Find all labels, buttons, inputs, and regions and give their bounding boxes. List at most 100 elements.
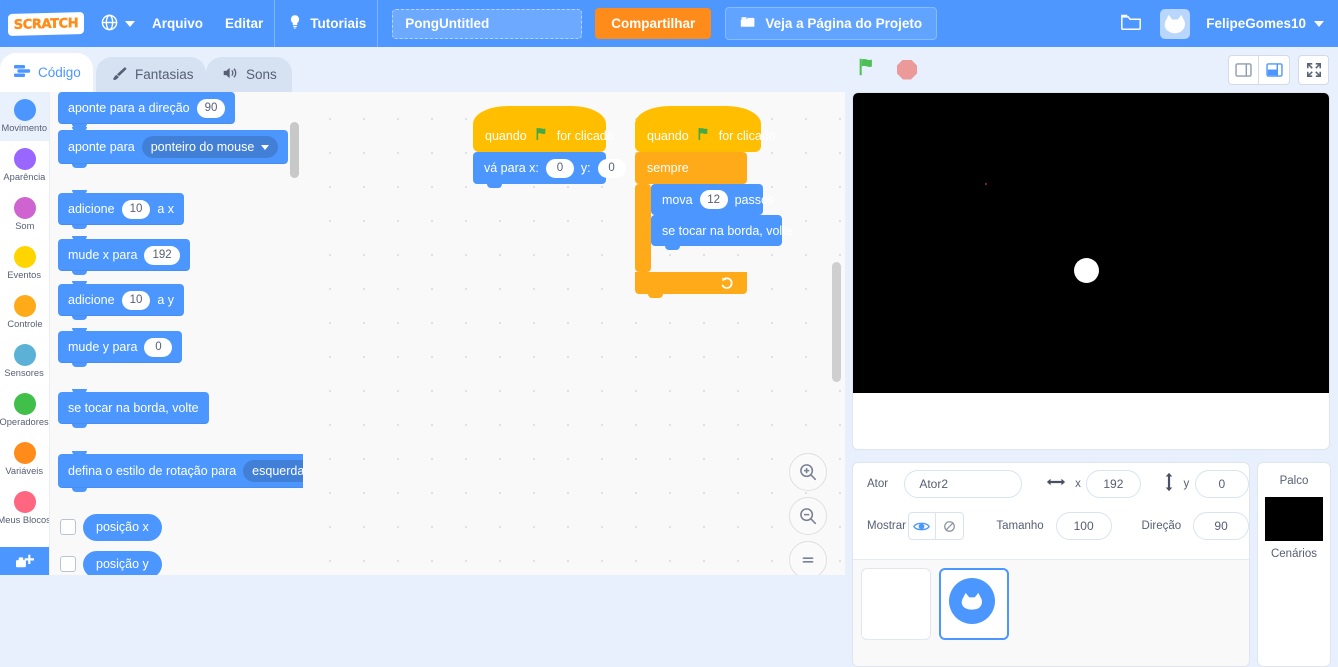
tab-fantasias[interactable]: Fantasias bbox=[96, 57, 206, 92]
menu-tutorials[interactable]: Tutoriais bbox=[275, 0, 377, 47]
palette-scroll-thumb[interactable] bbox=[290, 122, 299, 178]
green-flag-button[interactable] bbox=[857, 56, 879, 83]
sprite-x-input[interactable]: 192 bbox=[1086, 470, 1141, 498]
block-text: sempre bbox=[647, 161, 689, 175]
language-selector[interactable] bbox=[84, 0, 141, 47]
scratch-logo[interactable]: SCRATCH bbox=[8, 11, 84, 36]
category-operadores[interactable]: Operadores bbox=[0, 386, 49, 435]
stage-size-controls bbox=[1228, 54, 1329, 85]
palette-block-set-y-to[interactable]: mude y para 0 bbox=[58, 328, 183, 367]
category-meus-blocos[interactable]: Meus Blocos bbox=[0, 484, 49, 533]
block-input-direction[interactable]: 90 bbox=[196, 98, 226, 118]
category-aparencia[interactable]: Aparência bbox=[0, 141, 49, 190]
sprite-y-input[interactable]: 0 bbox=[1194, 470, 1249, 498]
block-text: quando bbox=[485, 128, 527, 143]
sprite-list bbox=[853, 559, 1249, 666]
block-text: for clicado bbox=[718, 128, 776, 143]
zoom-reset-button[interactable] bbox=[789, 541, 827, 575]
show-label: Mostrar bbox=[867, 520, 906, 532]
canvas-zoom-controls bbox=[789, 453, 827, 575]
reporter-label[interactable]: posição x bbox=[83, 513, 162, 541]
block-input-x[interactable]: 192 bbox=[144, 245, 180, 265]
chevron-down-icon bbox=[1314, 20, 1324, 27]
hide-sprite-button[interactable] bbox=[936, 512, 965, 540]
large-stage-button[interactable] bbox=[1259, 54, 1290, 85]
block-text: passos bbox=[734, 192, 775, 207]
share-button[interactable]: Compartilhar bbox=[595, 8, 712, 39]
palette-reporter-x-position[interactable]: posição x bbox=[60, 512, 162, 542]
palette-block-set-rotation-style[interactable]: defina o estilo de rotação para esquerda… bbox=[58, 451, 303, 492]
block-text: defina o estilo de rotação para bbox=[68, 464, 237, 478]
palette-block-point-towards[interactable]: aponte para ponteiro do mouse bbox=[58, 127, 289, 168]
project-page-button[interactable]: Veja a Página do Projeto bbox=[725, 7, 938, 40]
block-forever-arm bbox=[635, 184, 651, 272]
menu-file[interactable]: Arquivo bbox=[141, 0, 214, 47]
category-label: Variáveis bbox=[5, 466, 44, 477]
zoom-in-button[interactable] bbox=[789, 453, 827, 491]
palette-block-change-x-by[interactable]: adicione 10 a x bbox=[58, 190, 185, 229]
stop-button[interactable] bbox=[897, 59, 917, 80]
chevron-down-icon bbox=[261, 144, 270, 150]
category-som[interactable]: Som bbox=[0, 190, 49, 239]
palette-block-if-on-edge-bounce[interactable]: se tocar na borda, volte bbox=[58, 389, 209, 428]
category-variaveis[interactable]: Variáveis bbox=[0, 435, 49, 484]
block-when-flag-clicked[interactable]: quando for clicado bbox=[635, 106, 776, 152]
sprite-thumb-card[interactable] bbox=[861, 568, 931, 640]
y-label: y bbox=[1183, 478, 1190, 490]
reporter-label[interactable]: posição y bbox=[83, 550, 162, 575]
account-menu[interactable]: FelipeGomes10 bbox=[1160, 8, 1338, 39]
block-if-on-edge-bounce[interactable]: se tocar na borda, volte bbox=[651, 215, 793, 246]
sprite-direction-input[interactable]: 90 bbox=[1193, 512, 1249, 540]
block-move-steps[interactable]: mova 12 passos bbox=[651, 184, 774, 215]
category-label: Sensores bbox=[4, 368, 45, 379]
block-input-steps[interactable]: 12 bbox=[699, 190, 728, 209]
category-sensores[interactable]: Sensores bbox=[0, 337, 49, 386]
my-stuff-button[interactable] bbox=[1102, 12, 1160, 36]
palette-block-point-direction[interactable]: aponte para a direção 90 bbox=[58, 92, 236, 128]
canvas-scroll-thumb[interactable] bbox=[832, 262, 841, 382]
stage-canvas[interactable] bbox=[853, 93, 1329, 393]
block-input-goto-x[interactable]: 0 bbox=[545, 158, 574, 178]
palette-block-change-y-by[interactable]: adicione 10 a y bbox=[58, 281, 185, 320]
block-text: y: bbox=[580, 161, 591, 175]
fullscreen-button[interactable] bbox=[1298, 54, 1329, 85]
sprite-name-input[interactable]: Ator2 bbox=[904, 470, 1023, 498]
sprite-ball[interactable] bbox=[1074, 258, 1099, 283]
block-input-dy[interactable]: 10 bbox=[121, 290, 151, 310]
zoom-out-button[interactable] bbox=[789, 497, 827, 535]
script-canvas[interactable]: quando for clicado vá para x: 0 y: 0 qua… bbox=[303, 92, 845, 575]
show-sprite-button[interactable] bbox=[907, 512, 937, 540]
sprite-info-row-1: Ator Ator2 x 192 y 0 bbox=[853, 463, 1249, 505]
block-forever-header[interactable]: sempre bbox=[635, 152, 747, 184]
sprite-size-input[interactable]: 100 bbox=[1055, 512, 1112, 540]
block-dropdown-rotation[interactable]: esquerda-direita bbox=[243, 460, 303, 482]
add-sprite-button[interactable] bbox=[949, 578, 995, 624]
add-extension-button[interactable] bbox=[0, 547, 49, 575]
paintbrush-icon bbox=[112, 66, 128, 84]
menu-edit[interactable]: Editar bbox=[214, 0, 274, 47]
category-eventos[interactable]: Eventos bbox=[0, 239, 49, 288]
palette-reporter-y-position[interactable]: posição y bbox=[60, 549, 162, 575]
small-stage-button[interactable] bbox=[1228, 54, 1259, 85]
reporter-checkbox[interactable] bbox=[60, 519, 76, 535]
block-go-to-xy[interactable]: vá para x: 0 y: 0 bbox=[473, 152, 626, 184]
reporter-checkbox[interactable] bbox=[60, 556, 76, 572]
category-movimento[interactable]: Movimento bbox=[0, 92, 49, 141]
tab-codigo[interactable]: Código bbox=[0, 53, 93, 92]
block-input-y[interactable]: 0 bbox=[144, 337, 173, 357]
category-controle[interactable]: Controle bbox=[0, 288, 49, 337]
project-title-input[interactable]: PongUntitled bbox=[392, 8, 583, 39]
sprite-info-row-2: Mostrar Tamanho 100 Direção 90 bbox=[853, 505, 1249, 547]
block-input-dx[interactable]: 10 bbox=[121, 199, 151, 219]
stage-selector-panel[interactable]: Palco Cenários bbox=[1257, 462, 1331, 667]
category-color-dot bbox=[13, 295, 36, 317]
block-text: se tocar na borda, volte bbox=[68, 401, 199, 415]
palette-block-set-x-to[interactable]: mude x para 192 bbox=[58, 236, 190, 275]
block-dropdown-target[interactable]: ponteiro do mouse bbox=[141, 136, 279, 158]
horizontal-arrows-icon bbox=[1046, 475, 1066, 493]
block-palette[interactable]: aponte para a direção 90 aponte para pon… bbox=[50, 92, 303, 575]
block-when-flag-clicked[interactable]: quando for clicado bbox=[473, 106, 614, 152]
tab-sons[interactable]: Sons bbox=[206, 57, 292, 92]
block-input-goto-y[interactable]: 0 bbox=[597, 158, 626, 178]
stage-thumbnail[interactable] bbox=[1265, 497, 1323, 541]
